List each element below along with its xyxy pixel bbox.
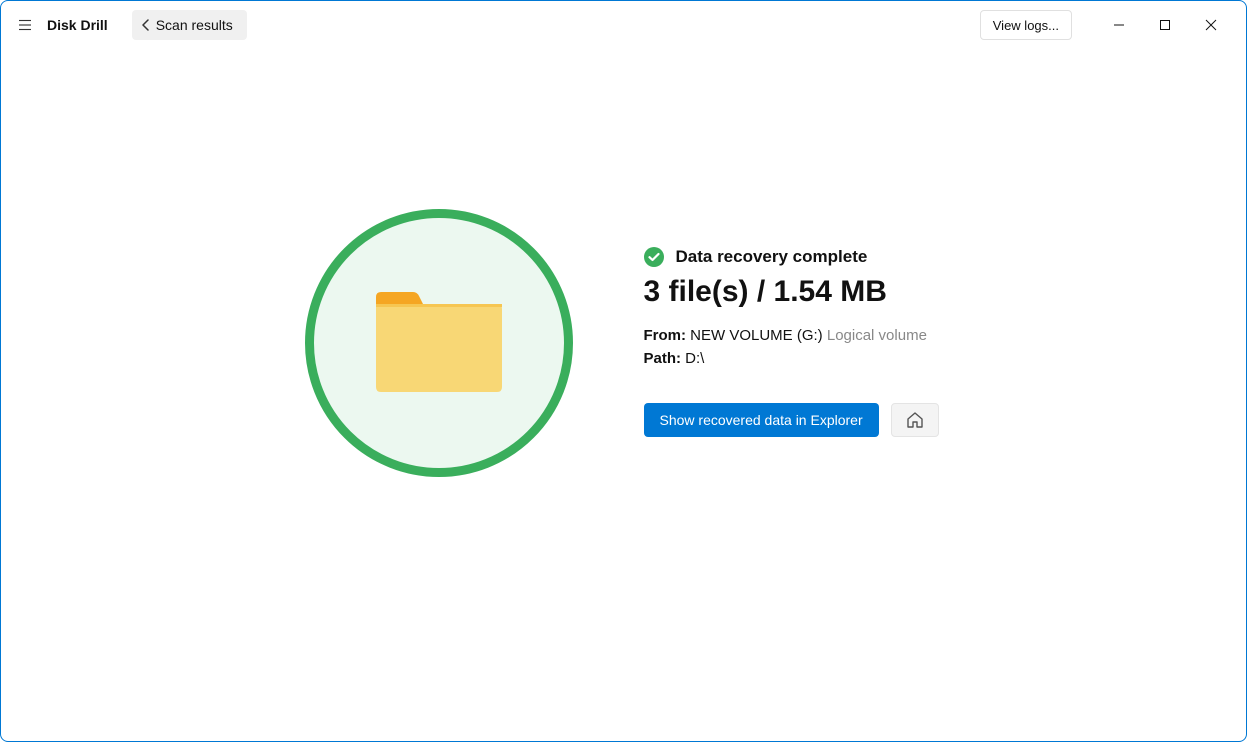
minimize-button[interactable]	[1096, 9, 1142, 41]
home-icon	[906, 411, 924, 429]
close-button[interactable]	[1188, 9, 1234, 41]
recovery-summary: 3 file(s) / 1.54 MB	[644, 275, 944, 309]
minimize-icon	[1113, 19, 1125, 31]
close-icon	[1205, 19, 1217, 31]
show-in-explorer-button[interactable]: Show recovered data in Explorer	[644, 403, 879, 437]
maximize-button[interactable]	[1142, 9, 1188, 41]
main-content: Data recovery complete 3 file(s) / 1.54 …	[1, 49, 1246, 741]
back-button[interactable]: Scan results	[132, 10, 247, 40]
from-label: From:	[644, 327, 687, 344]
from-value: NEW VOLUME (G:)	[690, 327, 823, 344]
titlebar: Disk Drill Scan results View logs...	[1, 1, 1246, 49]
hamburger-icon	[19, 18, 31, 32]
app-title: Disk Drill	[47, 17, 108, 33]
window-controls	[1096, 9, 1234, 41]
chevron-left-icon	[142, 19, 150, 31]
from-row: From: NEW VOLUME (G:) Logical volume	[644, 327, 944, 344]
action-row: Show recovered data in Explorer	[644, 403, 944, 437]
success-circle	[305, 209, 573, 477]
folder-icon	[373, 289, 505, 397]
home-button[interactable]	[891, 403, 939, 437]
menu-button[interactable]	[13, 13, 37, 37]
path-value: D:\	[685, 350, 704, 367]
path-label: Path:	[644, 350, 682, 367]
info-column: Data recovery complete 3 file(s) / 1.54 …	[644, 209, 944, 437]
checkmark-circle-icon	[644, 247, 664, 267]
graphic-column	[304, 209, 574, 477]
status-label: Data recovery complete	[676, 247, 868, 267]
status-row: Data recovery complete	[644, 247, 944, 267]
back-button-label: Scan results	[156, 17, 233, 33]
maximize-icon	[1159, 19, 1171, 31]
view-logs-button[interactable]: View logs...	[980, 10, 1072, 40]
path-row: Path: D:\	[644, 350, 944, 367]
from-secondary: Logical volume	[827, 327, 927, 344]
